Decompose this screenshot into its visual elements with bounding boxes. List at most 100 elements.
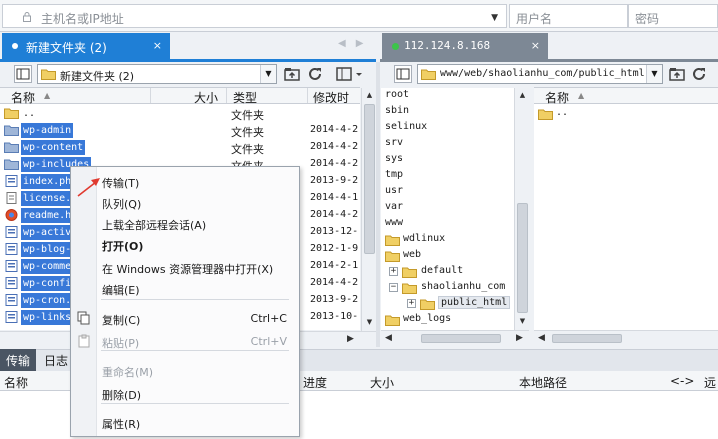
column-local-path[interactable]: 本地路径 bbox=[519, 374, 567, 391]
remote-file-list[interactable]: .. bbox=[534, 104, 718, 330]
remote-toolbar: www/web/shaolianhu_com/public_html ▼ bbox=[380, 62, 718, 86]
table-row[interactable]: wp-admin 文件夹 2014-4-2 bbox=[0, 122, 360, 139]
tree-node[interactable]: usr bbox=[381, 184, 514, 200]
chevron-down-icon[interactable]: ▼ bbox=[491, 13, 498, 23]
paste-icon bbox=[78, 334, 90, 348]
menu-item[interactable]: 编辑(E) bbox=[71, 278, 299, 300]
tree-node[interactable]: root bbox=[381, 88, 514, 104]
folder-icon bbox=[385, 314, 400, 326]
file-modified: 2014-2-1 bbox=[310, 260, 359, 271]
menu-item[interactable]: 删除(D) bbox=[71, 383, 299, 405]
expand-toggle-icon[interactable]: + bbox=[389, 267, 398, 276]
close-icon[interactable]: × bbox=[153, 39, 162, 52]
local-vscrollbar[interactable]: ▲ ▼ bbox=[361, 88, 376, 331]
scroll-down-icon[interactable]: ▼ bbox=[363, 316, 376, 329]
remote-path-select[interactable]: www/web/shaolianhu_com/public_html ▼ bbox=[417, 64, 663, 84]
local-toolbar: 新建文件夹 (2) ▼ bbox=[0, 62, 376, 86]
file-modified: 2013-9-2 bbox=[310, 175, 359, 186]
tab-log[interactable]: 日志 bbox=[44, 352, 68, 369]
tree-node[interactable]: web_logs bbox=[381, 312, 514, 328]
tree-node[interactable]: tmp bbox=[381, 168, 514, 184]
file-icon bbox=[4, 277, 19, 289]
tree-node[interactable]: − shaolianhu_com bbox=[381, 280, 514, 296]
close-icon[interactable]: × bbox=[531, 39, 540, 52]
refresh-icon[interactable] bbox=[306, 65, 324, 83]
menu-item[interactable]: 在 Windows 资源管理器中打开(X) bbox=[71, 257, 299, 279]
scroll-right-icon[interactable]: ▶ bbox=[344, 333, 357, 346]
file-modified: 2013-12- bbox=[310, 226, 359, 237]
panel-toggle-icon[interactable] bbox=[14, 65, 32, 83]
parent-folder-icon[interactable] bbox=[283, 65, 301, 83]
remote-hscrollbar[interactable]: ◀ bbox=[534, 330, 718, 345]
parent-folder-icon[interactable] bbox=[668, 65, 686, 83]
file-name: wp-content bbox=[21, 140, 86, 155]
file-icon bbox=[4, 243, 19, 255]
tree-node[interactable]: var bbox=[381, 200, 514, 216]
tree-node[interactable]: + public_html bbox=[381, 296, 514, 312]
tree-hscrollbar[interactable]: ◀ ▶ bbox=[381, 330, 529, 345]
column-size[interactable]: 大小 bbox=[370, 374, 394, 391]
menu-item[interactable]: 打开(O) bbox=[71, 234, 299, 256]
tab-local[interactable]: 新建文件夹 (2) × bbox=[2, 33, 170, 59]
tab-scroll-arrows[interactable]: ◀▶ bbox=[338, 38, 373, 49]
file-name: wp-activ bbox=[21, 225, 74, 240]
column-remote[interactable]: 远 bbox=[704, 374, 716, 391]
panel-toggle-icon[interactable] bbox=[394, 65, 412, 83]
file-icon bbox=[4, 311, 19, 323]
tree-node[interactable]: + default bbox=[381, 264, 514, 280]
chevron-down-icon[interactable]: ▼ bbox=[260, 65, 276, 83]
expand-toggle-icon[interactable]: − bbox=[389, 283, 398, 292]
scroll-down-icon[interactable]: ▼ bbox=[516, 315, 529, 328]
folder-icon bbox=[4, 107, 19, 119]
password-input[interactable]: 密码 bbox=[628, 4, 718, 28]
local-path-select[interactable]: 新建文件夹 (2) ▼ bbox=[37, 64, 277, 84]
tab-remote[interactable]: 112.124.8.168 × bbox=[382, 33, 548, 59]
file-modified: 2012-1-9 bbox=[310, 243, 359, 254]
lock-icon bbox=[23, 12, 31, 22]
chevron-down-icon[interactable]: ▼ bbox=[646, 65, 662, 83]
tree-node[interactable]: web bbox=[381, 248, 514, 264]
pane-splitter[interactable] bbox=[376, 62, 380, 347]
file-modified: 2014-4-2 bbox=[310, 158, 359, 169]
scroll-left-icon[interactable]: ◀ bbox=[382, 332, 395, 345]
username-input[interactable]: 用户名 bbox=[509, 4, 628, 28]
tree-node[interactable]: srv bbox=[381, 136, 514, 152]
tree-node[interactable]: selinux bbox=[381, 120, 514, 136]
menu-item[interactable]: 传输(T) bbox=[71, 171, 299, 193]
menu-item[interactable]: 复制(C) Ctrl+C bbox=[71, 308, 299, 330]
tree-node[interactable]: www bbox=[381, 216, 514, 232]
tree-node[interactable]: wdlinux bbox=[381, 232, 514, 248]
folder-icon bbox=[41, 69, 56, 80]
file-name: wp-confi bbox=[21, 276, 74, 291]
tab-remote-label: 112.124.8.168 bbox=[404, 39, 491, 52]
tree-vscrollbar[interactable]: ▲ ▼ bbox=[514, 88, 529, 330]
menu-item[interactable]: 上载全部远程会话(A) bbox=[71, 213, 299, 235]
column-progress[interactable]: 进度 bbox=[303, 374, 327, 391]
folder-icon bbox=[4, 124, 19, 136]
file-type: 文件夹 bbox=[231, 109, 264, 122]
scroll-left-icon[interactable]: ◀ bbox=[535, 332, 548, 345]
tree-node[interactable]: sys bbox=[381, 152, 514, 168]
sort-up-icon: ▲ bbox=[44, 91, 51, 100]
remote-folder-tree[interactable]: root sbin selinux srv sys tmp usr var www wdlinux… bbox=[381, 88, 514, 330]
file-icon bbox=[4, 192, 19, 204]
tab-local-label: 新建文件夹 (2) bbox=[26, 41, 107, 55]
menu-item[interactable]: 属性(R) bbox=[71, 412, 299, 434]
expand-toggle-icon[interactable]: + bbox=[407, 299, 416, 308]
scroll-up-icon[interactable]: ▲ bbox=[516, 89, 529, 102]
scroll-up-icon[interactable]: ▲ bbox=[363, 89, 376, 102]
folder-icon bbox=[421, 69, 436, 80]
tab-transfer[interactable]: 传输 bbox=[0, 349, 36, 371]
copy-icon bbox=[77, 311, 90, 325]
view-mode-icon[interactable] bbox=[336, 65, 364, 83]
host-input[interactable]: 主机名或IP地址 ▼ bbox=[2, 4, 507, 28]
refresh-icon[interactable] bbox=[690, 65, 708, 83]
file-name: .. bbox=[23, 108, 36, 119]
column-name[interactable]: 名称 bbox=[4, 374, 28, 391]
scroll-right-icon[interactable]: ▶ bbox=[513, 332, 526, 345]
tree-node[interactable]: sbin bbox=[381, 104, 514, 120]
table-row[interactable]: .. 文件夹 bbox=[0, 105, 360, 122]
menu-item[interactable]: 队列(Q) bbox=[71, 192, 299, 214]
column-direction[interactable]: <-> bbox=[670, 374, 694, 388]
table-row[interactable]: wp-content 文件夹 2014-4-2 bbox=[0, 139, 360, 156]
